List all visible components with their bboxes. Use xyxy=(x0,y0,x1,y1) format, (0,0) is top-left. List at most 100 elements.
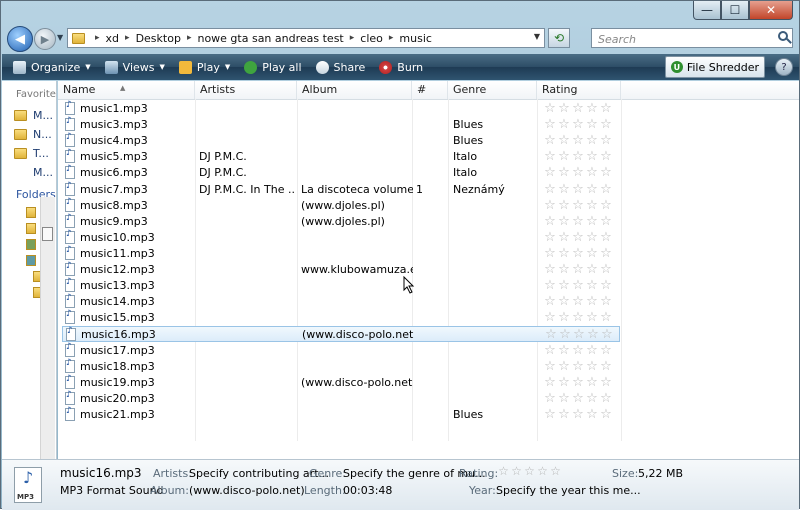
nav-scroll-thumb[interactable] xyxy=(42,227,53,241)
star-icon[interactable]: ☆ xyxy=(585,215,599,228)
star-icon[interactable]: ☆ xyxy=(557,247,571,260)
star-icon[interactable]: ☆ xyxy=(543,118,557,131)
table-row[interactable]: music10.mp3☆☆☆☆☆ xyxy=(62,229,620,246)
star-icon[interactable]: ☆ xyxy=(585,408,599,421)
star-icon[interactable]: ☆ xyxy=(599,279,613,292)
minimize-button[interactable]: — xyxy=(693,1,721,20)
breadcrumb-separator-icon[interactable]: ▸ xyxy=(125,33,130,43)
table-row[interactable]: music6.mp3DJ P.M.C.Italo☆☆☆☆☆ xyxy=(62,164,620,181)
star-icon[interactable]: ☆ xyxy=(557,215,571,228)
star-icon[interactable]: ☆ xyxy=(543,295,557,308)
folder-icon[interactable] xyxy=(26,255,36,266)
rating-stars[interactable]: ☆ ☆ ☆ ☆ ☆ xyxy=(543,311,613,324)
breadcrumb-separator-icon[interactable]: ▸ xyxy=(187,33,192,43)
star-icon[interactable]: ☆ xyxy=(557,376,571,389)
star-icon[interactable]: ☆ xyxy=(585,166,599,179)
star-icon[interactable]: ☆ xyxy=(571,199,585,212)
breadcrumb-item[interactable]: nowe gta san andreas test xyxy=(197,32,343,45)
star-icon[interactable]: ☆ xyxy=(558,328,572,341)
star-icon[interactable]: ☆ xyxy=(571,344,585,357)
table-row[interactable]: music7.mp3 DJ P.M.C. In The ... La discote… xyxy=(62,181,620,198)
rating-stars[interactable]: ☆ ☆ ☆ ☆ ☆ xyxy=(543,183,613,196)
star-icon[interactable]: ☆ xyxy=(557,150,571,163)
rating-stars[interactable]: ☆ ☆ ☆ ☆ ☆ xyxy=(543,247,613,260)
column-header-genre[interactable]: Genre xyxy=(448,81,537,99)
star-icon[interactable]: ☆ xyxy=(543,199,557,212)
star-icon[interactable]: ☆ xyxy=(599,134,613,147)
address-dropdown-icon[interactable]: ▼ xyxy=(534,32,540,41)
rating-stars[interactable]: ☆ ☆ ☆ ☆ ☆ xyxy=(544,328,614,341)
rating-stars[interactable]: ☆ ☆ ☆ ☆ ☆ xyxy=(543,118,613,131)
burn-button[interactable]: Burn xyxy=(372,56,430,78)
column-header-track-number[interactable]: # xyxy=(412,81,448,99)
star-icon[interactable]: ☆ xyxy=(585,279,599,292)
search-box[interactable] xyxy=(591,28,793,48)
star-icon[interactable]: ☆ xyxy=(599,231,613,244)
breadcrumb-separator-icon[interactable]: ▸ xyxy=(389,33,394,43)
rating-stars[interactable]: ☆ ☆ ☆ ☆ ☆ xyxy=(543,150,613,163)
star-icon[interactable]: ☆ xyxy=(543,150,557,163)
file-shredder-button[interactable]: U File Shredder xyxy=(664,56,765,78)
star-icon[interactable]: ☆ xyxy=(557,231,571,244)
star-icon[interactable]: ☆ xyxy=(557,102,571,115)
star-icon[interactable]: ☆ xyxy=(586,328,600,341)
star-icon[interactable]: ☆ xyxy=(585,376,599,389)
folder-icon[interactable] xyxy=(26,223,36,234)
star-icon[interactable]: ☆ xyxy=(510,465,523,478)
star-icon[interactable]: ☆ xyxy=(599,215,613,228)
breadcrumb-separator-icon[interactable]: ▸ xyxy=(95,33,100,43)
rating-stars[interactable]: ☆ ☆ ☆ ☆ ☆ xyxy=(543,279,613,292)
star-icon[interactable]: ☆ xyxy=(557,311,571,324)
star-icon[interactable]: ☆ xyxy=(543,231,557,244)
table-row[interactable]: music9.mp3(www.djoles.pl)☆☆☆☆☆ xyxy=(62,213,620,230)
nav-scrollbar[interactable] xyxy=(40,197,55,459)
star-icon[interactable]: ☆ xyxy=(599,311,613,324)
help-button[interactable]: ? xyxy=(775,58,793,76)
star-icon[interactable]: ☆ xyxy=(599,118,613,131)
star-icon[interactable]: ☆ xyxy=(599,150,613,163)
breadcrumb-separator-icon[interactable]: ▸ xyxy=(350,33,355,43)
star-icon[interactable]: ☆ xyxy=(571,166,585,179)
play-all-button[interactable]: Play all xyxy=(237,56,308,78)
details-year-value[interactable]: Specify the year this me... xyxy=(496,484,641,497)
star-icon[interactable]: ☆ xyxy=(543,279,557,292)
star-icon[interactable]: ☆ xyxy=(557,408,571,421)
rating-stars[interactable]: ☆ ☆ ☆ ☆ ☆ xyxy=(543,215,613,228)
star-icon[interactable]: ☆ xyxy=(599,360,613,373)
star-icon[interactable]: ☆ xyxy=(585,231,599,244)
star-icon[interactable]: ☆ xyxy=(585,247,599,260)
star-icon[interactable]: ☆ xyxy=(599,166,613,179)
rating-stars[interactable]: ☆ ☆ ☆ ☆ ☆ xyxy=(543,263,613,276)
star-icon[interactable]: ☆ xyxy=(571,408,585,421)
column-header-name[interactable]: ▲ Name xyxy=(58,81,195,99)
rating-stars[interactable]: ☆ ☆ ☆ ☆ ☆ xyxy=(543,408,613,421)
favorite-link-3[interactable]: T... xyxy=(14,147,49,160)
star-icon[interactable]: ☆ xyxy=(585,150,599,163)
star-icon[interactable]: ☆ xyxy=(599,408,613,421)
star-icon[interactable]: ☆ xyxy=(571,295,585,308)
star-icon[interactable]: ☆ xyxy=(557,134,571,147)
star-icon[interactable]: ☆ xyxy=(557,279,571,292)
star-icon[interactable]: ☆ xyxy=(543,183,557,196)
star-icon[interactable]: ☆ xyxy=(585,263,599,276)
table-row[interactable]: music17.mp3☆☆☆☆☆ xyxy=(62,342,620,359)
forward-button[interactable]: ▶ xyxy=(34,28,56,50)
star-icon[interactable]: ☆ xyxy=(543,134,557,147)
star-icon[interactable]: ☆ xyxy=(543,408,557,421)
star-icon[interactable]: ☆ xyxy=(599,247,613,260)
star-icon[interactable]: ☆ xyxy=(571,311,585,324)
star-icon[interactable]: ☆ xyxy=(600,328,614,341)
star-icon[interactable]: ☆ xyxy=(543,376,557,389)
star-icon[interactable]: ☆ xyxy=(599,263,613,276)
details-rating-stars[interactable]: ☆ ☆ ☆ ☆ ☆ xyxy=(497,465,562,478)
recent-pages-dropdown[interactable]: ▼ xyxy=(57,33,63,42)
rating-stars[interactable]: ☆ ☆ ☆ ☆ ☆ xyxy=(543,231,613,244)
star-icon[interactable]: ☆ xyxy=(543,247,557,260)
table-row[interactable]: music5.mp3DJ P.M.C.Italo☆☆☆☆☆ xyxy=(62,148,620,165)
star-icon[interactable]: ☆ xyxy=(585,134,599,147)
close-button[interactable]: ✕ xyxy=(749,1,793,20)
table-row[interactable]: music16.mp3(www.disco-polo.net)☆☆☆☆☆ xyxy=(62,326,620,343)
star-icon[interactable]: ☆ xyxy=(599,392,613,405)
star-icon[interactable]: ☆ xyxy=(557,166,571,179)
star-icon[interactable]: ☆ xyxy=(571,279,585,292)
